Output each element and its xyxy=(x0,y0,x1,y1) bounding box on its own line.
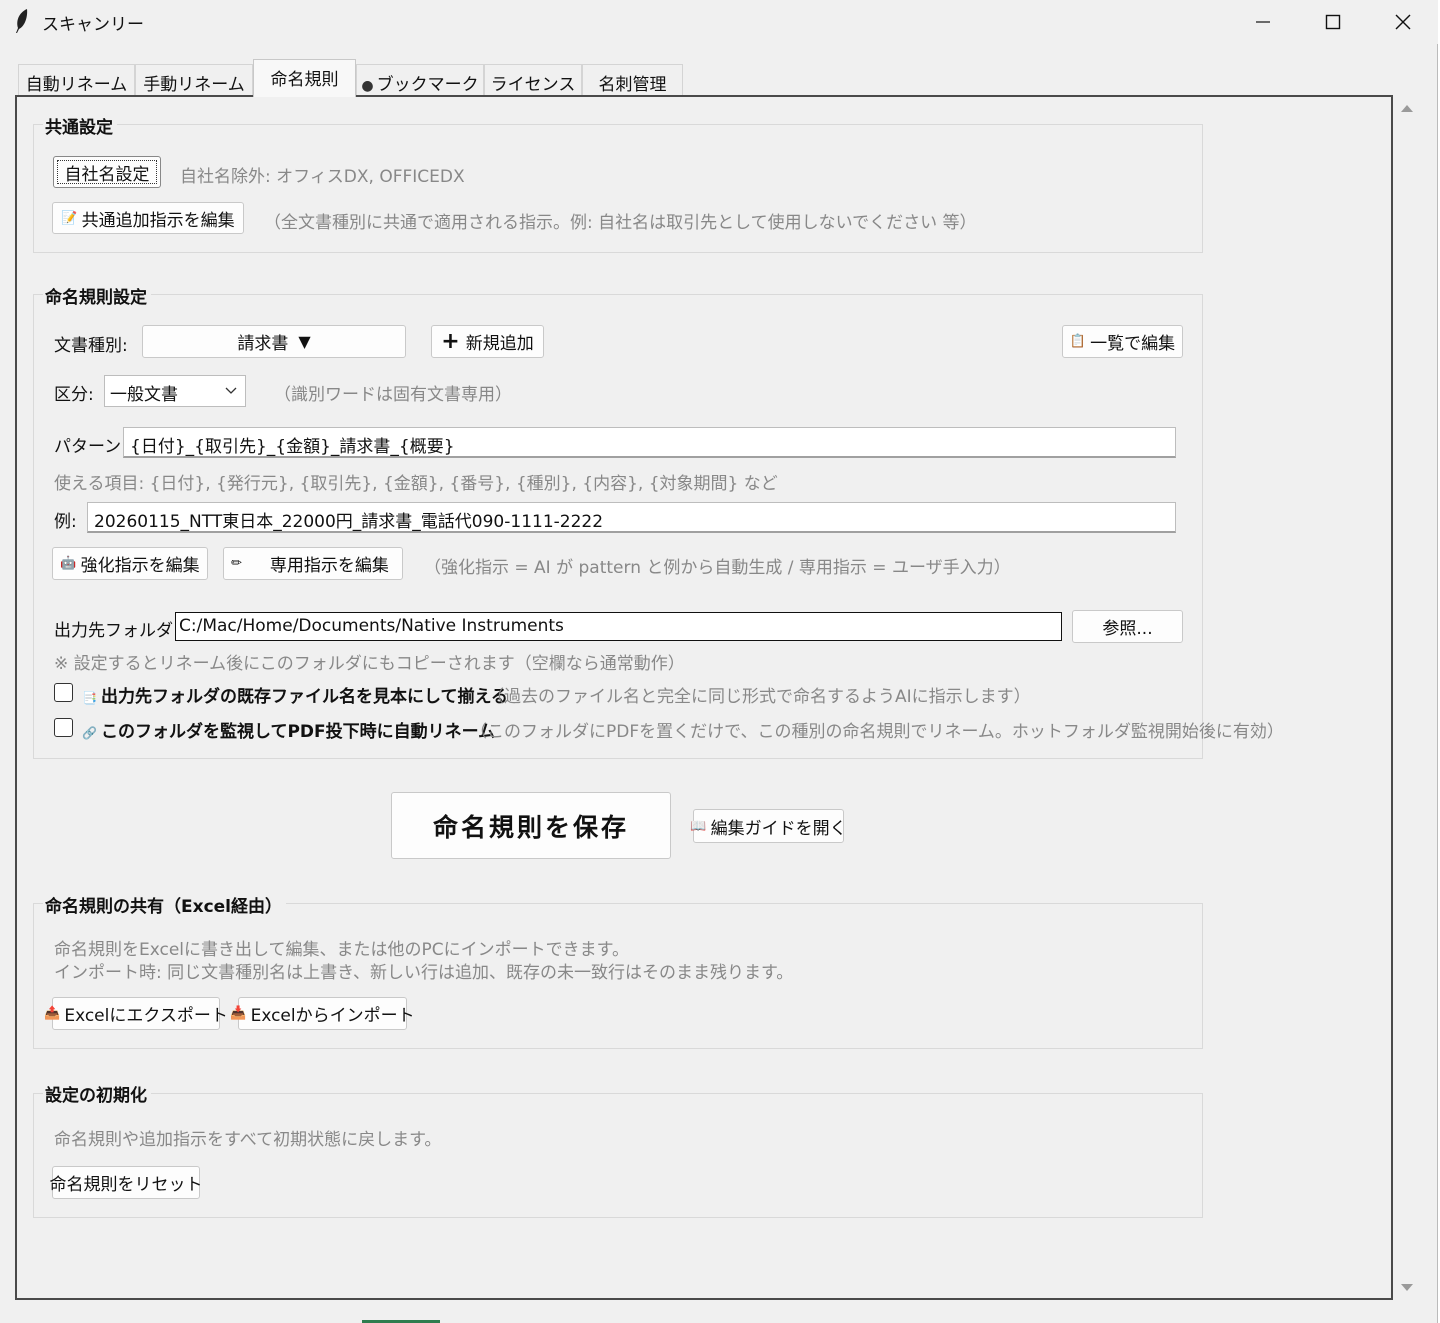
maximize-button[interactable] xyxy=(1298,0,1368,44)
watch-folder-note: （このフォルダにPDFを置くだけで、この種別の命名規則でリネーム。ホットフォルダ… xyxy=(470,722,1284,742)
browse-label: 参照... xyxy=(1102,619,1153,639)
scroll-up-icon[interactable] xyxy=(1400,103,1414,113)
edit-dedicated-label: 専用指示を編集 xyxy=(269,556,389,576)
align-filenames-text: 出力先フォルダの既存ファイル名を見本にして揃える xyxy=(100,687,508,707)
plus-icon: + xyxy=(441,328,460,354)
doctype-value: 請求書 xyxy=(237,334,289,354)
add-new-button[interactable]: + 新規追加 xyxy=(431,325,544,358)
common-settings-title: 共通設定 xyxy=(43,113,117,138)
edit-dedicated-instructions-button[interactable]: ✏ 専用指示を編集 xyxy=(223,547,403,580)
naming-rules-title: 命名規則設定 xyxy=(43,283,151,308)
pattern-label: パターン: xyxy=(54,437,127,457)
edit-common-instructions-button[interactable]: 📝 共通追加指示を編集 xyxy=(52,202,244,234)
share-rules-title: 命名規則の共有（Excel経由） xyxy=(43,892,287,917)
share-note-2: インポート時: 同じ文書種別名は上書き、新しい行は追加、既存の未一致行はそのまま… xyxy=(54,963,794,983)
link-icon: 🔗 xyxy=(82,726,97,740)
save-rules-button[interactable]: 命名規則を保存 xyxy=(391,792,671,859)
close-button[interactable] xyxy=(1368,0,1438,44)
tab-label: ブックマーク xyxy=(376,75,479,95)
reset-group xyxy=(33,1093,1203,1218)
window-title: スキャンリー xyxy=(42,15,144,35)
watch-folder-text: このフォルダを監視してPDF投下時に自動リネーム xyxy=(100,722,496,742)
reset-title: 設定の初期化 xyxy=(43,1081,151,1106)
tab-label: 命名規則 xyxy=(270,70,339,90)
output-folder-label: 出力先フォルダ: xyxy=(54,621,179,641)
share-note-1: 命名規則をExcelに書き出して編集、または他のPCにインポートできます。 xyxy=(54,940,629,960)
company-exclusion-note: 自社名除外: オフィスDX, OFFICEDX xyxy=(180,167,465,187)
reset-note: 命名規則や追加指示をすべて初期状態に戻します。 xyxy=(54,1130,442,1150)
import-icon: 📥 xyxy=(230,1006,247,1021)
tab-license[interactable]: ライセンス xyxy=(484,64,582,96)
tab-auto-rename[interactable]: 自動リネーム xyxy=(18,64,135,96)
scroll-down-icon[interactable] xyxy=(1400,1283,1414,1293)
tab-label: 名刺管理 xyxy=(598,75,667,95)
output-folder-note: ※ 設定するとリネーム後にこのフォルダにもコピーされます（空欄なら通常動作） xyxy=(54,654,685,674)
tab-label: ライセンス xyxy=(490,75,576,95)
export-excel-button[interactable]: 📤 Excelにエクスポート xyxy=(44,997,228,1030)
add-new-label: 新規追加 xyxy=(465,334,534,354)
doctype-dropdown[interactable]: 請求書 ▼ xyxy=(142,325,406,358)
robot-icon: 🤖 xyxy=(60,556,77,571)
example-label: 例: xyxy=(54,512,77,532)
example-input[interactable]: 20260115_NTT東日本_22000円_請求書_電話代090-1111-2… xyxy=(87,502,1176,533)
category-label: 区分: xyxy=(54,385,94,405)
tab-label: 自動リネーム xyxy=(25,75,128,95)
title-bar: スキャンリー xyxy=(0,0,1438,44)
output-folder-value: C:/Mac/Home/Documents/Native Instruments xyxy=(179,616,564,636)
chevron-down-icon xyxy=(225,387,237,394)
edit-enhanced-instructions-button[interactable]: 🤖 強化指示を編集 xyxy=(52,547,208,580)
category-note: （識別ワードは固有文書専用） xyxy=(274,385,512,405)
copy-icon: 📑 xyxy=(82,691,97,705)
save-rules-label: 命名規則を保存 xyxy=(432,812,629,842)
export-icon: 📤 xyxy=(44,1006,61,1021)
pencil-icon: ✏ xyxy=(231,556,242,571)
pattern-value: {日付}_{取引先}_{金額}_請求書_{概要} xyxy=(130,437,455,457)
category-select[interactable]: 一般文書 xyxy=(104,375,246,407)
list-edit-button[interactable]: 📋 一覧で編集 xyxy=(1062,325,1183,358)
available-items-note: 使える項目: {日付}, {発行元}, {取引先}, {金額}, {番号}, {… xyxy=(54,474,778,494)
output-folder-input[interactable]: C:/Mac/Home/Documents/Native Instruments xyxy=(175,612,1062,641)
watch-folder-label[interactable]: 🔗 このフォルダを監視してPDF投下時に自動リネーム xyxy=(82,717,495,742)
open-guide-button[interactable]: 📖 編集ガイドを開く xyxy=(690,809,847,843)
example-value: 20260115_NTT東日本_22000円_請求書_電話代090-1111-2… xyxy=(94,512,604,532)
import-excel-label: Excelからインポート xyxy=(250,1006,415,1026)
watch-folder-checkbox[interactable] xyxy=(54,718,73,737)
tab-manual-rename[interactable]: 手動リネーム xyxy=(135,64,253,96)
edit-document-icon: 📝 xyxy=(61,210,78,226)
app-window: スキャンリー 自動リネーム 手動リネーム 命名規則 ● ブックマーク ライセンス … xyxy=(0,0,1438,1323)
open-guide-label: 編集ガイドを開く xyxy=(710,818,847,839)
doctype-label: 文書種別: xyxy=(54,336,128,356)
maximize-icon xyxy=(1325,14,1341,30)
tab-bookmark[interactable]: ● ブックマーク xyxy=(356,64,484,96)
browse-button[interactable]: 参照... xyxy=(1072,610,1183,643)
reset-rules-label: 命名規則をリセット xyxy=(49,1175,203,1195)
clipboard-icon: 📋 xyxy=(1069,334,1087,349)
company-name-button[interactable]: 自社名設定 xyxy=(53,156,161,188)
align-filenames-checkbox[interactable] xyxy=(54,683,73,702)
book-icon: 📖 xyxy=(690,818,707,834)
minimize-icon xyxy=(1256,21,1270,23)
feather-icon xyxy=(16,9,28,33)
import-excel-button[interactable]: 📥 Excelからインポート xyxy=(230,997,415,1030)
tab-business-cards[interactable]: 名刺管理 xyxy=(582,64,683,96)
close-icon xyxy=(1395,14,1411,30)
instructions-note: （強化指示 = AI が pattern と例から自動生成 / 専用指示 = ユ… xyxy=(424,558,1011,578)
dropdown-arrow-icon: ▼ xyxy=(298,332,311,351)
minimize-button[interactable] xyxy=(1228,0,1298,44)
tab-label: 手動リネーム xyxy=(143,75,245,95)
bookmark-dot-icon: ● xyxy=(361,78,374,94)
category-value: 一般文書 xyxy=(110,385,178,405)
edit-common-instructions-label: 共通追加指示を編集 xyxy=(81,210,235,231)
align-filenames-label[interactable]: 📑 出力先フォルダの既存ファイル名を見本にして揃える xyxy=(82,682,508,707)
edit-enhanced-label: 強化指示を編集 xyxy=(80,556,200,576)
tab-naming-rules[interactable]: 命名規則 xyxy=(253,59,356,97)
common-instructions-note: （全文書種別に共通で適用される指示。例: 自社名は取引先として使用しないでくださ… xyxy=(264,213,977,233)
align-filenames-note: （過去のファイル名と完全に同じ形式で命名するようAIに指示します） xyxy=(487,687,1031,707)
reset-rules-button[interactable]: 命名規則をリセット xyxy=(49,1166,203,1199)
list-edit-label: 一覧で編集 xyxy=(1090,334,1176,354)
pattern-input[interactable]: {日付}_{取引先}_{金額}_請求書_{概要} xyxy=(123,427,1176,458)
export-excel-label: Excelにエクスポート xyxy=(64,1006,228,1026)
vertical-scrollbar[interactable] xyxy=(1394,95,1420,1300)
